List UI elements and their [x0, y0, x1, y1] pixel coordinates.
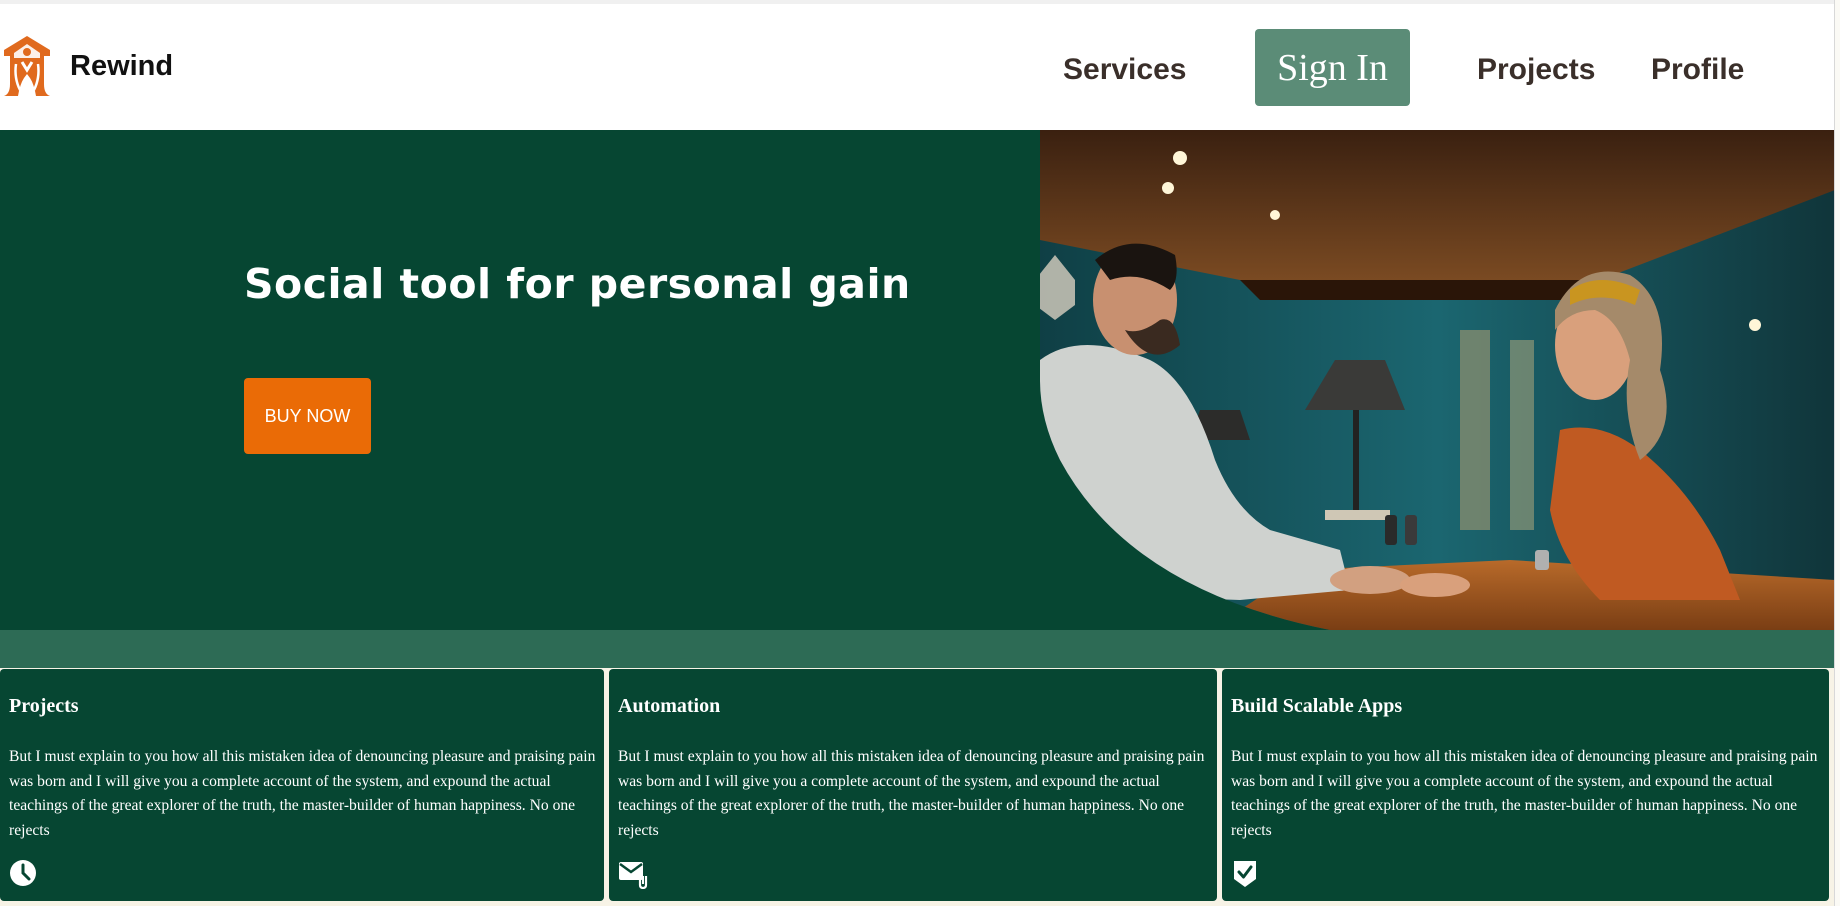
hero-title: Social tool for personal gain [244, 260, 911, 308]
card-body: But I must explain to you how all this m… [618, 748, 1205, 839]
nav-profile[interactable]: Profile [1651, 52, 1744, 88]
card-title: Build Scalable Apps [1231, 695, 1403, 717]
nav-projects[interactable]: Projects [1477, 52, 1595, 88]
site-header: Rewind Services Sign In Projects Profile [0, 4, 1835, 130]
brand-name: Rewind [70, 49, 174, 82]
hero-image [1040, 130, 1835, 630]
mail-attachment-icon [619, 862, 648, 889]
page: Rewind Services Sign In Projects Profile… [0, 0, 1840, 906]
features-section: Projects But I must explain to you how a… [0, 668, 1835, 906]
card-body: But I must explain to you how all this m… [1231, 748, 1818, 839]
shield-check-icon [1234, 861, 1256, 887]
card-body: But I must explain to you how all this m… [9, 748, 596, 839]
feature-card-projects: Projects But I must explain to you how a… [0, 669, 604, 901]
sign-in-button[interactable]: Sign In [1255, 29, 1410, 106]
brand-link[interactable]: Rewind [0, 34, 173, 98]
card-title: Automation [618, 695, 721, 717]
feature-card-automation: Automation But I must explain to you how… [609, 669, 1217, 901]
nav-services[interactable]: Services [1063, 52, 1186, 88]
divider-strip [0, 630, 1835, 668]
buy-now-button[interactable]: BUY NOW [244, 378, 371, 454]
hero-section: Social tool for personal gain BUY NOW [0, 130, 1835, 630]
feature-card-build-scalable-apps: Build Scalable Apps But I must explain t… [1222, 669, 1829, 901]
clock-icon [10, 860, 36, 886]
rewind-logo-icon [4, 36, 50, 96]
card-title: Projects [9, 695, 79, 717]
page-right-edge [1834, 0, 1840, 906]
